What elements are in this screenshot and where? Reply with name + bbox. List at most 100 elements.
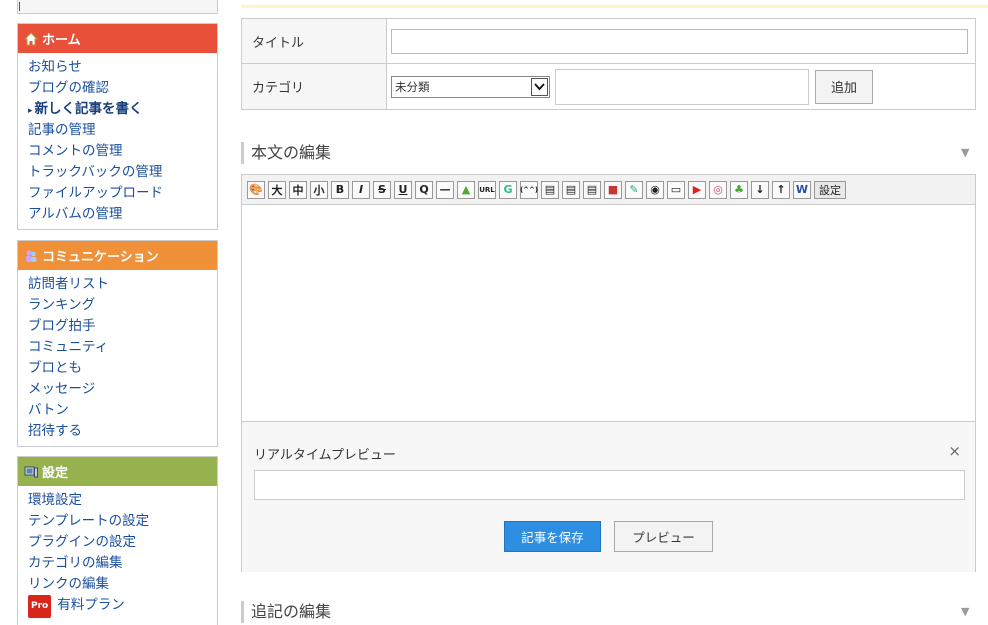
menu-settings-header[interactable]: 設定: [18, 457, 217, 486]
sidebar-home-item[interactable]: お知らせ: [28, 57, 217, 78]
word-icon[interactable]: W: [793, 180, 811, 199]
image-icon[interactable]: ▲: [457, 180, 475, 199]
palette-icon[interactable]: 🎨: [247, 180, 265, 199]
sidebar-home-item[interactable]: 記事の管理: [28, 120, 217, 141]
evernote-icon[interactable]: ♣: [730, 180, 748, 199]
people-icon: [26, 250, 37, 262]
sidebar-home-link[interactable]: トラックバックの管理: [28, 164, 162, 180]
sidebar-home-link[interactable]: 新しく記事を書く: [35, 101, 143, 117]
arrow-up-icon[interactable]: ↑: [772, 180, 790, 199]
sidebar-communication-link[interactable]: 訪問者リスト: [28, 276, 109, 292]
sidebar-communication-item[interactable]: コミュニティ: [28, 337, 217, 358]
sidebar-communication-item[interactable]: バトン: [28, 400, 217, 421]
collapse-extra-icon[interactable]: ▼: [961, 605, 969, 618]
tv-icon[interactable]: ▭: [667, 180, 685, 199]
pro-badge: Pro: [28, 595, 52, 618]
sidebar-communication-item[interactable]: 訪問者リスト: [28, 274, 217, 295]
sidebar-settings-link[interactable]: テンプレートの設定: [28, 513, 149, 529]
preview-button[interactable]: プレビュー: [614, 521, 713, 552]
sidebar-communication-link[interactable]: ランキング: [28, 297, 95, 313]
sidebar-home-item[interactable]: ブログの確認: [28, 78, 217, 99]
font-large-button[interactable]: 大: [268, 180, 286, 199]
emoji-icon[interactable]: (^^): [520, 180, 538, 199]
sidebar-settings-link[interactable]: リンクの編集: [28, 576, 109, 592]
google-icon[interactable]: G: [499, 180, 517, 199]
body-textarea[interactable]: [242, 205, 975, 422]
sidebar-top-stub: [17, 0, 218, 14]
title-input[interactable]: [391, 28, 968, 54]
sidebar-home-item[interactable]: コメントの管理: [28, 141, 217, 162]
instagram-icon[interactable]: ◎: [709, 180, 727, 199]
add-category-button[interactable]: 追加: [815, 69, 873, 104]
sidebar-home-item[interactable]: ファイルアップロード: [28, 183, 217, 204]
font-small-button[interactable]: 小: [310, 180, 328, 199]
menu-home: ホーム お知らせブログの確認 ▸ 新しく記事を書く記事の管理コメントの管理トラックバ…: [17, 23, 218, 230]
sidebar-communication-item[interactable]: メッセージ: [28, 379, 217, 400]
sidebar-communication-item[interactable]: ランキング: [28, 295, 217, 316]
sidebar-home-link[interactable]: アルバムの管理: [28, 206, 122, 222]
chevron-down-icon[interactable]: [531, 77, 548, 96]
sidebar-settings-link[interactable]: 有料プラン: [57, 597, 125, 613]
menu-communication-list: 訪問者リスト ランキングブログ拍手コミュニティ ブロともメッセージバトン招待する: [18, 270, 217, 446]
sidebar-communication-item[interactable]: 招待する: [28, 421, 217, 442]
youtube-icon[interactable]: ▶: [688, 180, 706, 199]
quote-button[interactable]: Q: [415, 180, 433, 199]
sidebar-home-link[interactable]: ファイルアップロード: [28, 185, 163, 201]
sidebar-communication-item[interactable]: ブロとも: [28, 358, 217, 379]
sidebar-communication-link[interactable]: バトン: [28, 402, 69, 418]
extra-section-title: 追記の編集: [241, 601, 331, 623]
sidebar-home-link[interactable]: ブログの確認: [28, 80, 109, 96]
menu-settings-title: 設定: [42, 466, 69, 481]
sidebar-home-link[interactable]: 記事の管理: [28, 122, 96, 138]
sidebar-home-link[interactable]: コメントの管理: [28, 143, 123, 159]
sidebar-home-item[interactable]: アルバムの管理: [28, 204, 217, 225]
sidebar-communication-item[interactable]: ブログ拍手: [28, 316, 217, 337]
pen-icon[interactable]: ✎: [625, 180, 643, 199]
sidebar-communication-link[interactable]: ブログ拍手: [28, 318, 96, 334]
hr-button[interactable]: —: [436, 180, 454, 199]
sidebar-settings-item[interactable]: プラグインの設定: [28, 532, 217, 553]
arrow-down-icon[interactable]: ↓: [751, 180, 769, 199]
sidebar-settings-item[interactable]: Pro 有料プラン: [28, 595, 217, 618]
sidebar-home-item[interactable]: ▸ 新しく記事を書く: [28, 99, 217, 120]
sidebar-communication-link[interactable]: 招待する: [28, 423, 82, 439]
strike-button[interactable]: S: [373, 180, 391, 199]
category-select[interactable]: 未分類: [391, 75, 550, 98]
sidebar-home-link[interactable]: お知らせ: [28, 59, 82, 75]
menu-home-list: お知らせブログの確認 ▸ 新しく記事を書く記事の管理コメントの管理トラックバックの管…: [18, 53, 217, 229]
collapse-body-icon[interactable]: ▼: [961, 146, 969, 159]
document-icon[interactable]: ▤: [541, 180, 559, 199]
sidebar-settings-item[interactable]: リンクの編集: [28, 574, 217, 595]
document-icon[interactable]: ▤: [562, 180, 580, 199]
title-label: タイトル: [241, 18, 387, 64]
menu-communication-title: コミュニケーション: [42, 250, 159, 265]
sidebar-settings-link[interactable]: 環境設定: [28, 492, 82, 508]
body-section-title: 本文の編集: [241, 142, 331, 164]
document-icon[interactable]: ▤: [583, 180, 601, 199]
menu-home-header[interactable]: ホーム: [18, 24, 217, 53]
save-article-button[interactable]: 記事を保存: [504, 521, 601, 552]
menu-home-title: ホーム: [42, 33, 81, 48]
sidebar-home-item[interactable]: トラックバックの管理: [28, 162, 217, 183]
flag-icon[interactable]: ■: [604, 180, 622, 199]
underline-button[interactable]: U: [394, 180, 412, 199]
sidebar-settings-link[interactable]: プラグインの設定: [28, 534, 136, 550]
record-icon[interactable]: ◉: [646, 180, 664, 199]
menu-communication-header[interactable]: コミュニケーション: [18, 241, 217, 270]
sidebar-settings-item[interactable]: カテゴリの編集: [28, 553, 217, 574]
sidebar-communication-link[interactable]: メッセージ: [28, 381, 95, 397]
sidebar-communication-link[interactable]: ブロとも: [28, 360, 82, 376]
sidebar-settings-link[interactable]: カテゴリの編集: [28, 555, 123, 571]
home-icon: [24, 31, 38, 45]
category-label: カテゴリ: [241, 63, 387, 110]
toolbar-settings-button[interactable]: 設定: [814, 180, 846, 199]
sidebar-settings-item[interactable]: テンプレートの設定: [28, 511, 217, 532]
sidebar-communication-link[interactable]: コミュニティ: [28, 339, 108, 355]
italic-button[interactable]: I: [352, 180, 370, 199]
bold-button[interactable]: B: [331, 180, 349, 199]
link-icon[interactable]: URL: [478, 180, 496, 199]
close-icon[interactable]: ×: [948, 442, 961, 460]
sidebar-settings-item[interactable]: 環境設定: [28, 490, 217, 511]
new-category-input[interactable]: [555, 68, 809, 105]
font-medium-button[interactable]: 中: [289, 180, 307, 199]
